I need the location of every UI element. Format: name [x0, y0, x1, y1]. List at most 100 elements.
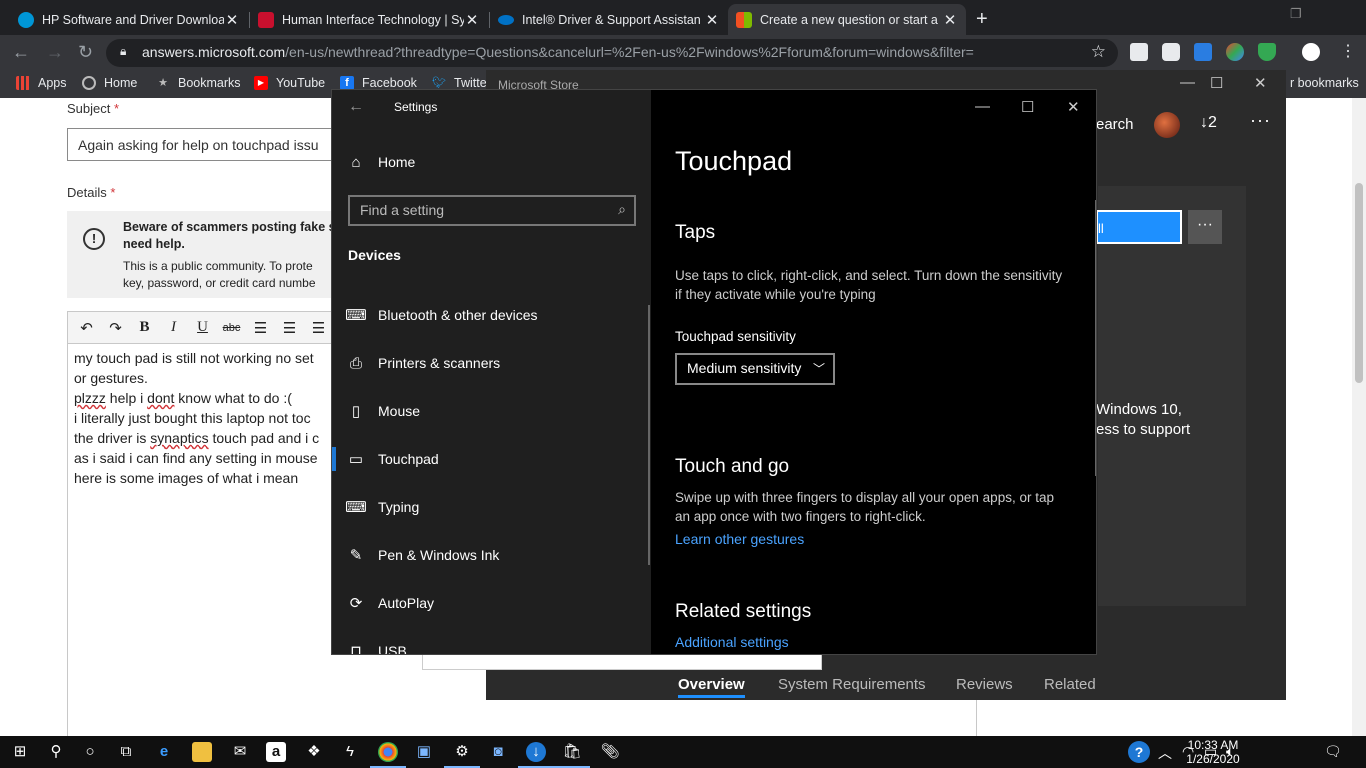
extension-colorful-icon[interactable]: [1226, 43, 1244, 61]
amazon-icon[interactable]: a: [266, 742, 286, 762]
address-bar[interactable]: 🔒︎ answers.microsoft.com/en-us/newthread…: [106, 39, 1118, 67]
find-setting-input[interactable]: Find a setting ⌕: [348, 195, 636, 226]
store-downloads-button[interactable]: ↓2: [1200, 114, 1217, 132]
reload-icon[interactable]: ↻: [78, 42, 93, 63]
nav-usb[interactable]: ⊓ USB: [332, 631, 651, 654]
bookmark-star-icon[interactable]: ☆: [1091, 42, 1106, 62]
task-view-icon[interactable]: ⧉: [116, 742, 136, 762]
nav-scrollbar[interactable]: [648, 305, 650, 565]
page-scrollbar[interactable]: [1352, 98, 1366, 736]
back-arrow-icon[interactable]: ←: [12, 42, 30, 63]
taskbar-clock[interactable]: 10:33 AM 1/26/2020: [1168, 738, 1258, 766]
details-label: Details *: [67, 185, 116, 200]
store-more-icon[interactable]: ···: [1250, 110, 1271, 131]
learn-gestures-link[interactable]: Learn other gestures: [675, 531, 804, 547]
avatar[interactable]: [1154, 112, 1180, 138]
keyboard-icon: ⌨: [345, 499, 367, 516]
strikethrough-icon[interactable]: abc: [217, 315, 246, 341]
bookmark-bookmarks[interactable]: ★ Bookmarks: [156, 76, 240, 90]
nav-autoplay[interactable]: ⟳ AutoPlay: [332, 583, 651, 623]
tab-hp-software[interactable]: HP Software and Driver Downloa ✕: [10, 4, 248, 35]
dropbox-icon[interactable]: ❖: [304, 742, 324, 762]
url-path: /en-us/newthread?threadtype=Questions&ca…: [285, 44, 974, 60]
lightning-app-icon[interactable]: ϟ: [340, 742, 360, 762]
close-icon[interactable]: ✕: [1254, 74, 1267, 92]
touchpad-icon: ▭: [348, 451, 364, 468]
star-icon: ★: [158, 77, 168, 89]
store-more-options-button[interactable]: ···: [1188, 210, 1222, 244]
help-icon[interactable]: ?: [1128, 741, 1150, 763]
extension-cart-icon[interactable]: [1194, 43, 1212, 61]
search-icon[interactable]: ⚲: [46, 742, 66, 762]
minimize-icon[interactable]: —: [1180, 74, 1195, 91]
tab-reviews[interactable]: Reviews: [956, 676, 1013, 693]
extension-reader-icon[interactable]: [1130, 43, 1148, 61]
sensitivity-dropdown[interactable]: Medium sensitivity ﹀: [675, 353, 835, 385]
mail-icon[interactable]: ✉: [230, 742, 250, 762]
maximize-icon[interactable]: ☐: [1210, 74, 1223, 92]
bold-icon[interactable]: B: [130, 315, 159, 341]
extension-glasses-icon[interactable]: [1162, 43, 1180, 61]
taskbar: ⊞ ⚲ ○ ⧉ e ✉ a ❖ ϟ ▣ ⚙ ◙ ↓ 🛍︎ 📎︎ ? ︿ ◠ ▭ …: [0, 736, 1366, 768]
underline-icon[interactable]: U: [188, 315, 217, 341]
file-explorer-icon[interactable]: [192, 742, 212, 762]
content-scrollbar[interactable]: [1095, 200, 1096, 476]
italic-icon[interactable]: I: [159, 315, 188, 341]
tab-overview[interactable]: Overview: [678, 676, 745, 698]
undo-icon[interactable]: ↶: [72, 315, 101, 341]
chrome-icon[interactable]: [370, 742, 406, 768]
nav-touchpad[interactable]: ▭ Touchpad: [332, 439, 651, 479]
tab-intel-driver[interactable]: Intel® Driver & Support Assistan ✕: [490, 4, 728, 35]
new-tab-button[interactable]: +: [976, 8, 988, 31]
close-icon[interactable]: ✕: [704, 11, 720, 29]
hp-support-icon[interactable]: ◙: [488, 742, 508, 762]
close-icon[interactable]: ✕: [464, 11, 480, 29]
cortana-icon[interactable]: ○: [80, 742, 100, 762]
maximize-icon[interactable]: ☐: [1021, 98, 1034, 116]
back-arrow-icon[interactable]: ←: [348, 98, 364, 116]
store-install-button[interactable]: ll: [1096, 210, 1182, 244]
align-left-icon[interactable]: ☰: [246, 315, 275, 341]
close-icon[interactable]: ✕: [942, 11, 958, 29]
bookmark-apps[interactable]: Apps: [16, 76, 67, 90]
nav-mouse[interactable]: ▯ Mouse: [332, 391, 651, 431]
control-panel-icon[interactable]: ▣: [414, 742, 434, 762]
additional-settings-link[interactable]: Additional settings: [675, 634, 789, 650]
windows-start-icon[interactable]: ⊞: [10, 742, 30, 762]
bookmark-youtube[interactable]: ▶ YouTube: [254, 76, 325, 90]
align-right-icon[interactable]: ☰: [304, 315, 333, 341]
download-app-icon[interactable]: ↓: [518, 742, 554, 768]
extension-shield-icon[interactable]: [1258, 43, 1276, 61]
redo-icon[interactable]: ↷: [101, 315, 130, 341]
close-icon[interactable]: ✕: [224, 11, 240, 29]
tab-create-question[interactable]: Create a new question or start a ✕: [728, 4, 966, 35]
bookmark-home[interactable]: Home: [82, 76, 137, 90]
forward-arrow-icon[interactable]: →: [46, 42, 64, 63]
bookmark-twitter[interactable]: 🐦︎ Twitte: [432, 76, 487, 90]
chrome-menu-icon[interactable]: ⋮: [1340, 41, 1356, 61]
edge-icon[interactable]: e: [154, 742, 174, 762]
clock-date: 1/26/2020: [1186, 752, 1240, 766]
nav-home[interactable]: ⌂ Home: [332, 142, 651, 182]
notifications-icon[interactable]: 🗨︎: [1324, 743, 1342, 760]
restore-window-icon[interactable]: ❐: [1290, 6, 1302, 22]
browser-tab-strip: HP Software and Driver Downloa ✕ Human I…: [0, 0, 1366, 35]
nav-bluetooth[interactable]: ⌨ Bluetooth & other devices: [332, 295, 651, 335]
bookmark-facebook[interactable]: f Facebook: [340, 76, 417, 90]
close-icon[interactable]: ✕: [1067, 98, 1080, 116]
tab-related[interactable]: Related: [1044, 676, 1096, 693]
align-center-icon[interactable]: ☰: [275, 315, 304, 341]
nav-pen[interactable]: ✎ Pen & Windows Ink: [332, 535, 651, 575]
paperclip-icon[interactable]: 📎︎: [600, 742, 620, 762]
store-bag-icon[interactable]: 🛍︎: [554, 742, 590, 768]
section-devices: Devices: [348, 247, 401, 263]
minimize-icon[interactable]: —: [975, 98, 990, 115]
nav-printers[interactable]: ⎙ Printers & scanners: [332, 343, 651, 383]
nav-typing[interactable]: ⌨ Typing: [332, 487, 651, 527]
tab-human-interface[interactable]: Human Interface Technology | Sy ✕: [250, 4, 488, 35]
store-search-button[interactable]: earch: [1096, 116, 1134, 133]
bookmark-other[interactable]: r bookmarks: [1290, 76, 1359, 90]
profile-avatar[interactable]: [1302, 43, 1320, 61]
settings-gear-icon[interactable]: ⚙: [444, 742, 480, 768]
tab-system-requirements[interactable]: System Requirements: [778, 676, 926, 693]
